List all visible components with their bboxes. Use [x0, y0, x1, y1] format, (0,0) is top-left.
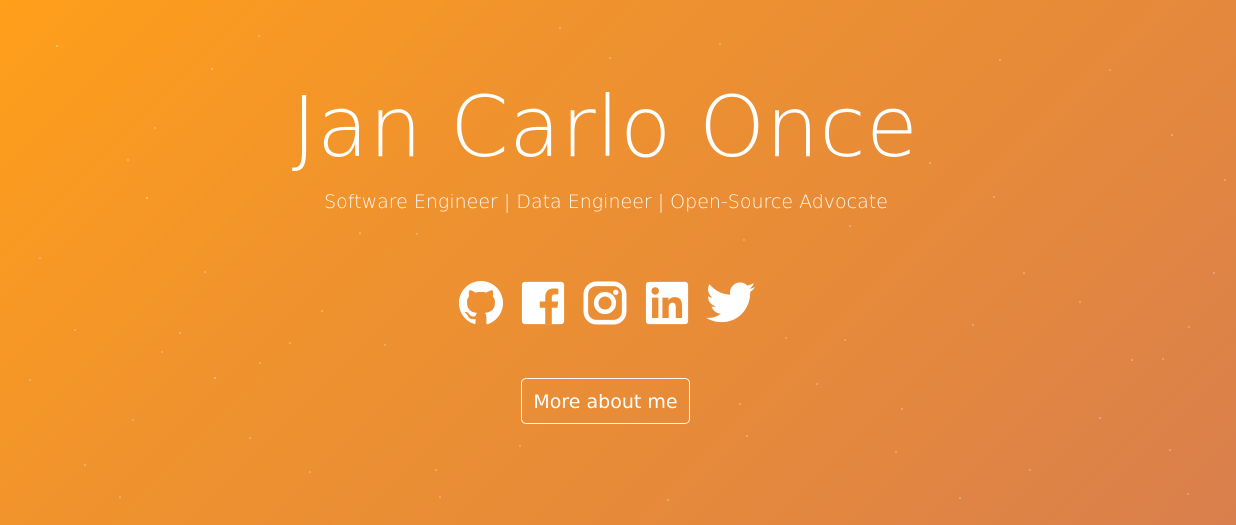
twitter-icon	[706, 282, 756, 323]
linkedin-icon	[645, 281, 689, 325]
linkedin-link[interactable]	[644, 280, 690, 326]
facebook-icon	[521, 281, 565, 325]
hero-tagline: Software Engineer | Data Engineer | Open…	[324, 191, 888, 213]
facebook-link[interactable]	[520, 280, 566, 326]
hero-section: Jan Carlo Once Software Engineer | Data …	[0, 0, 1236, 525]
twitter-link[interactable]	[706, 280, 756, 326]
instagram-icon	[583, 281, 627, 325]
github-icon	[458, 280, 504, 325]
instagram-link[interactable]	[582, 280, 628, 326]
social-links	[458, 278, 758, 328]
github-link[interactable]	[458, 280, 504, 326]
more-about-me-button[interactable]: More about me	[521, 378, 690, 424]
hero-name: Jan Carlo Once	[291, 78, 919, 176]
